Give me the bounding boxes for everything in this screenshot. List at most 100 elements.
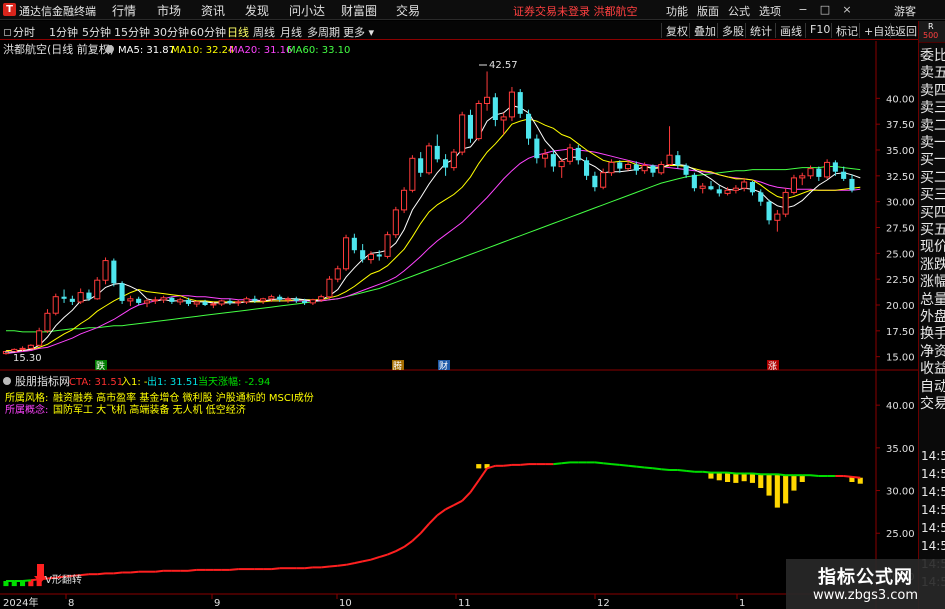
cta-segment [329, 564, 338, 568]
y-tick-label: 15.00 [886, 353, 915, 364]
candle-body [841, 171, 847, 179]
menu-wenxiaoda[interactable]: 问小达 [289, 2, 325, 19]
candle-body [617, 162, 623, 169]
candle-body [467, 114, 473, 139]
sidebar-item[interactable]: 交易 [920, 393, 945, 413]
minimize-icon[interactable]: − [795, 1, 811, 18]
candle-body [152, 299, 159, 302]
candle-body [425, 145, 432, 174]
candle-body [517, 92, 523, 114]
cta-segment [851, 475, 861, 479]
tab-weekly[interactable]: 周线 [253, 24, 275, 40]
cta-segment [810, 474, 819, 477]
cta-segment [503, 463, 513, 467]
multi-stock-button[interactable]: 多股 [717, 23, 744, 38]
candle-body [409, 157, 416, 191]
tab-multi-period[interactable]: 多周期 [307, 24, 340, 40]
kline-chart[interactable]: 洪都航空(日线 前复权) MA5: 31.87 MA10: 32.24 MA20… [0, 41, 918, 609]
candle-body [351, 237, 357, 251]
login-warning[interactable]: 证券交易未登录 洪都航空 [513, 3, 638, 19]
candle-body [633, 164, 639, 171]
y-tick-label: 20.00 [886, 301, 915, 312]
tab-15min[interactable]: 15分钟 [114, 24, 150, 40]
chart-area[interactable]: 洪都航空(日线 前复权) MA5: 31.87 MA10: 32.24 MA20… [0, 41, 918, 609]
cta-segment [752, 472, 761, 476]
candle-body [334, 268, 341, 280]
x-tick: 10 [339, 598, 352, 609]
menu-news[interactable]: 资讯 [201, 2, 225, 19]
stats-button[interactable]: 统计 [745, 23, 772, 38]
menu-discover[interactable]: 发现 [245, 2, 269, 19]
cta-segment [362, 558, 372, 563]
menu-market[interactable]: 市场 [157, 2, 181, 19]
tab-intraday[interactable]: 分时 [4, 24, 35, 40]
candle-body [708, 186, 714, 190]
f10-button[interactable]: F10 [805, 23, 830, 38]
sys-layout[interactable]: 版面 [697, 3, 719, 19]
x-tick: 2024年 [3, 596, 38, 609]
cta-segment [304, 566, 313, 570]
close-icon[interactable]: × [839, 1, 855, 18]
tab-daily[interactable]: 日线 [227, 24, 249, 40]
tab-monthly[interactable]: 月线 [280, 24, 302, 40]
candle-body [69, 298, 75, 302]
cta-segment [561, 461, 571, 465]
event-marker-label: 腾 [393, 360, 402, 372]
menu-wealth-circle[interactable]: 财富圈 [341, 2, 377, 19]
x-tick: 1 [739, 598, 745, 609]
maximize-icon[interactable]: □ [817, 1, 833, 18]
candle-body [542, 153, 549, 159]
y-tick-label: 17.50 [886, 327, 915, 338]
candle-body [724, 189, 731, 194]
stock-title: 洪都航空(日线 前复权) [3, 42, 114, 56]
candle-body [534, 138, 540, 159]
ma60-legend: MA60: 33.10 [287, 45, 350, 56]
sys-formula[interactable]: 公式 [728, 3, 750, 19]
candle-body [459, 114, 466, 153]
quote-sidebar: R 500 委比卖五卖四卖三卖二卖一买一买二买三买四买五现价涨跌涨幅总量外盘换手… [918, 21, 945, 609]
cta-segment [130, 570, 139, 574]
cta-segment [594, 461, 604, 465]
mark-button[interactable]: 标记 [831, 23, 858, 38]
indicator-bar [857, 477, 863, 484]
legend-toggle-icon[interactable] [106, 45, 114, 53]
candle-body [824, 161, 831, 178]
candle-body [550, 154, 556, 167]
tab-1min[interactable]: 1分钟 [49, 24, 78, 40]
main-y-axis: 40.00 37.50 35.00 32.50 30.00 27.50 25.00 22.50… [876, 94, 915, 364]
y-tick-label: 32.50 [886, 172, 915, 183]
guest-user[interactable]: 游客 [894, 3, 916, 19]
candle-body [600, 172, 607, 188]
sys-options[interactable]: 选项 [759, 3, 781, 19]
candle-body [127, 298, 134, 302]
sys-function[interactable]: 功能 [666, 3, 688, 19]
candle-body [44, 312, 51, 332]
menu-quotes[interactable]: 行情 [112, 2, 136, 19]
cta-segment [411, 532, 422, 542]
signal-arrow-icon [37, 564, 44, 576]
ma10-line [6, 118, 861, 351]
side-header[interactable]: R 500 [919, 21, 945, 43]
draw-line-button[interactable]: 画线 [775, 23, 802, 38]
candle-body [136, 298, 142, 303]
tab-5min[interactable]: 5分钟 [82, 24, 111, 40]
ma20-legend: MA20: 31.16 [229, 45, 292, 56]
cta-segment [113, 571, 123, 575]
tab-more[interactable]: 更多 ▾ [343, 24, 374, 40]
y-tick-label: 27.50 [886, 224, 915, 235]
cta-segment [387, 550, 397, 556]
overlay-button[interactable]: 叠加 [689, 23, 716, 38]
back-button[interactable]: 返回 [890, 23, 917, 38]
candle-body [277, 296, 283, 300]
candle-body [19, 347, 26, 350]
candle-body [650, 165, 656, 173]
event-marker-label: 跌 [96, 361, 105, 372]
cta-segment [453, 499, 463, 506]
cta-segment [97, 572, 106, 576]
adjust-button[interactable]: 复权 [661, 23, 688, 38]
menu-trade[interactable]: 交易 [396, 2, 420, 19]
tab-label: 分时 [13, 26, 35, 39]
tab-30min[interactable]: 30分钟 [153, 24, 189, 40]
tab-60min[interactable]: 60分钟 [190, 24, 226, 40]
indicator-toggle-icon[interactable] [3, 377, 11, 385]
